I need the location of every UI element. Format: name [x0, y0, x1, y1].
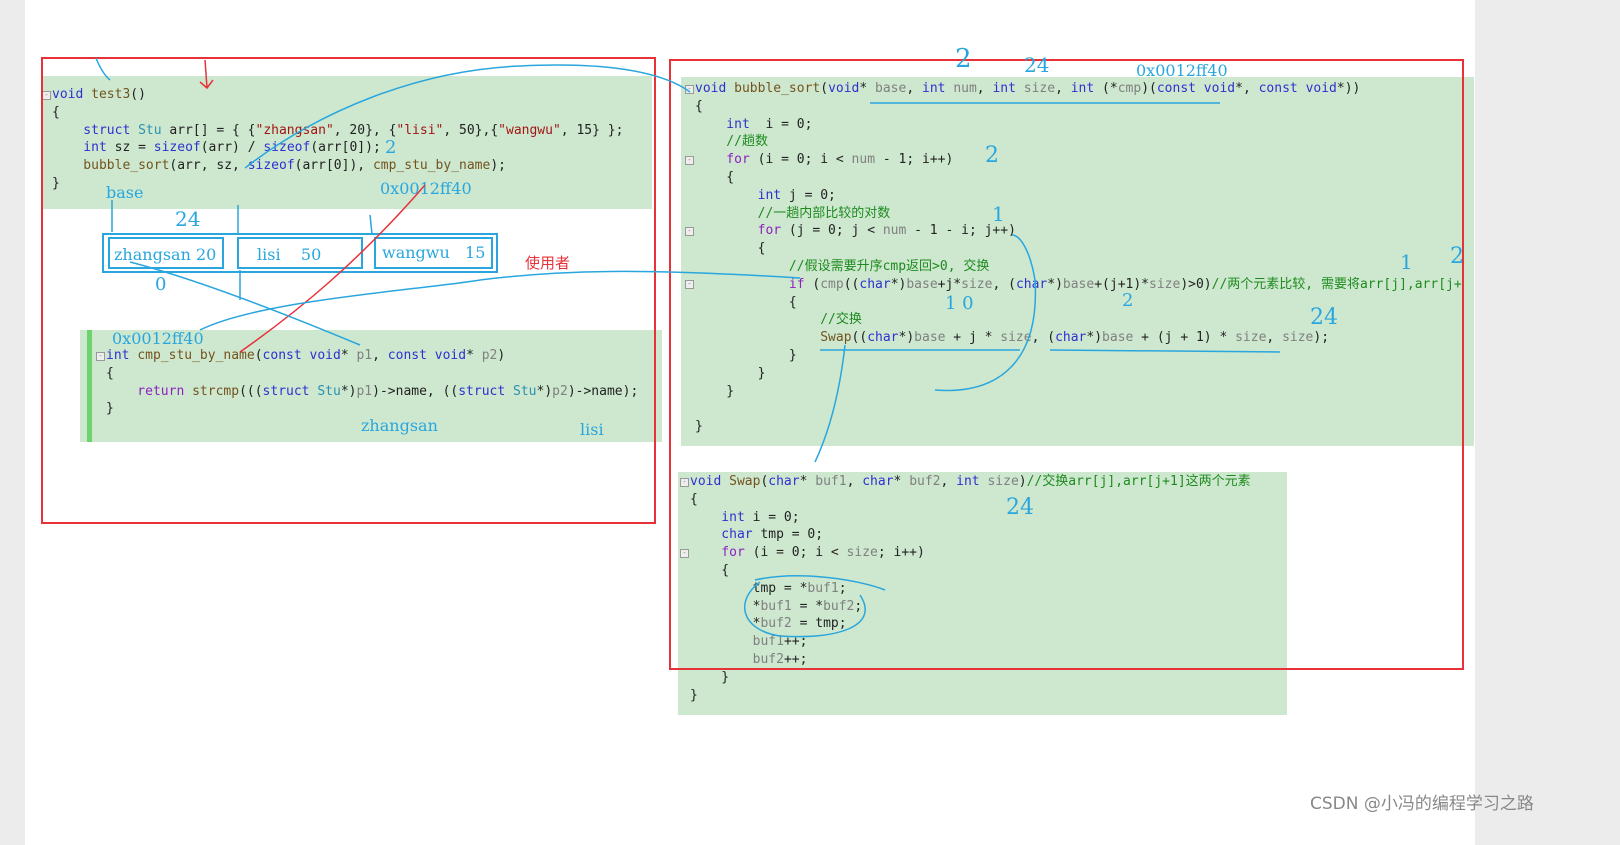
handwritten-strokes	[95, 57, 1281, 638]
arrow-stroke	[199, 59, 214, 90]
arrow-stroke	[129, 261, 361, 346]
arrow-stroke	[244, 64, 691, 169]
watermark: CSDN @小冯的编程学习之路	[1310, 794, 1534, 814]
arrow-stroke	[199, 270, 801, 331]
circle-stroke	[744, 575, 886, 638]
arrow-stroke	[814, 344, 846, 463]
underline-stroke	[820, 102, 1281, 353]
arrow-stroke	[239, 184, 426, 353]
arrow-stroke	[95, 57, 111, 81]
arrow-stroke	[111, 200, 373, 235]
arrow-stroke	[934, 234, 1037, 392]
